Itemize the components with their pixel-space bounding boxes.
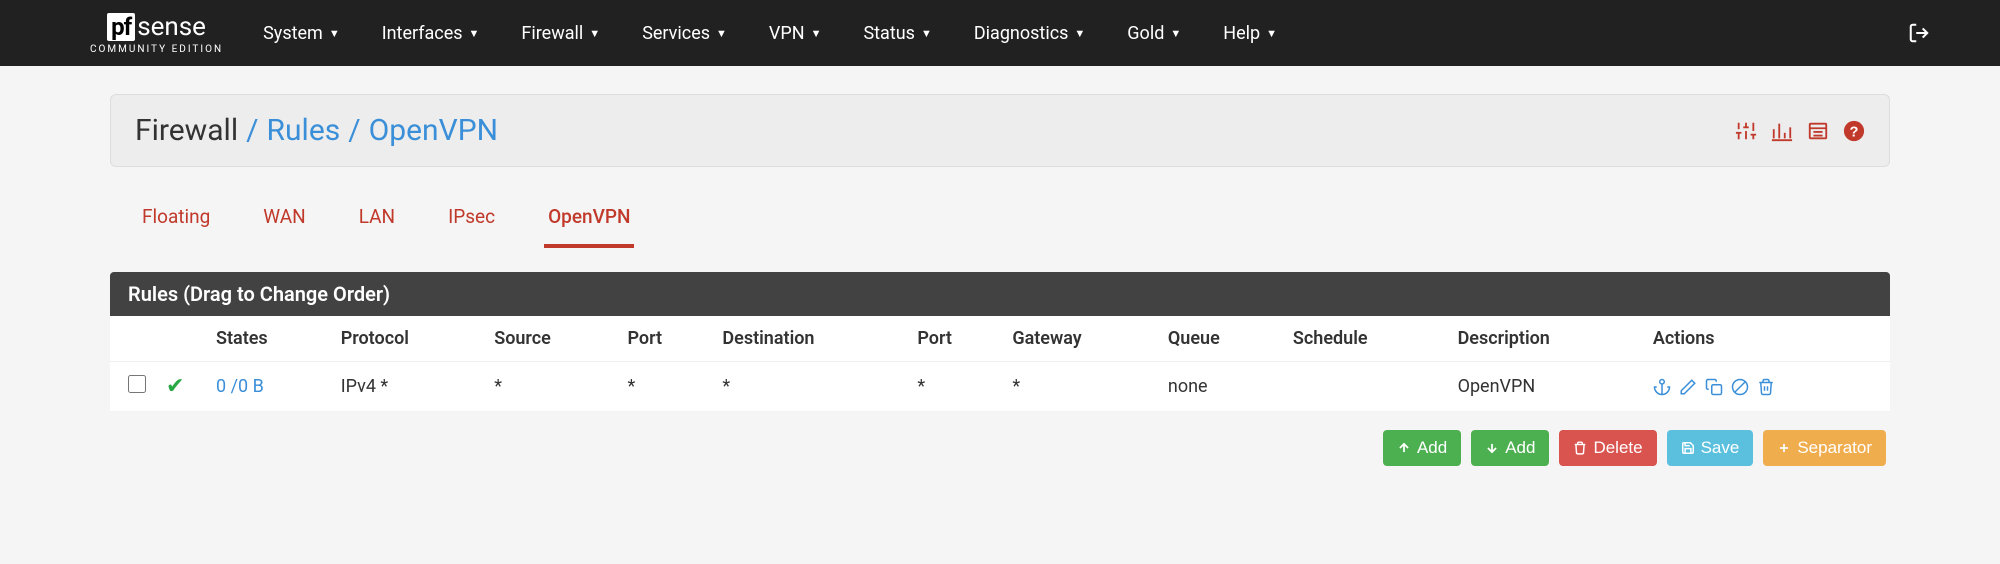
- rules-table: States Protocol Source Port Destination …: [110, 316, 1890, 412]
- logout-icon[interactable]: [1908, 22, 1970, 44]
- col-actions: Actions: [1643, 316, 1890, 362]
- cell-destination: *: [712, 362, 907, 412]
- breadcrumb: Firewall / Rules / OpenVPN ?: [110, 94, 1890, 167]
- col-dport: Port: [907, 316, 1002, 362]
- cell-protocol: IPv4 *: [331, 362, 484, 412]
- disable-icon[interactable]: [1731, 378, 1749, 396]
- nav-interfaces[interactable]: Interfaces▼: [382, 23, 480, 44]
- cell-gateway: *: [1002, 362, 1158, 412]
- edit-pencil-icon[interactable]: [1679, 378, 1697, 396]
- col-port: Port: [617, 316, 712, 362]
- nav-vpn[interactable]: VPN▼: [769, 23, 822, 44]
- chevron-down-icon: ▼: [811, 27, 822, 40]
- tab-openvpn[interactable]: OpenVPN: [544, 195, 634, 248]
- chevron-down-icon: ▼: [469, 27, 480, 40]
- nav-help[interactable]: Help▼: [1223, 23, 1277, 44]
- breadcrumb-openvpn[interactable]: OpenVPN: [369, 113, 498, 148]
- save-button[interactable]: Save: [1667, 430, 1754, 466]
- nav-gold[interactable]: Gold▼: [1127, 23, 1181, 44]
- chevron-down-icon: ▼: [589, 27, 600, 40]
- tab-ipsec[interactable]: IPsec: [444, 195, 499, 248]
- anchor-icon[interactable]: [1653, 378, 1671, 396]
- col-description: Description: [1448, 316, 1643, 362]
- nav-firewall[interactable]: Firewall▼: [521, 23, 600, 44]
- logo-sense: sense: [137, 12, 206, 42]
- chevron-down-icon: ▼: [329, 27, 340, 40]
- arrow-up-icon: [1397, 441, 1411, 455]
- col-queue: Queue: [1158, 316, 1283, 362]
- settings-sliders-icon[interactable]: [1735, 120, 1757, 142]
- trash-icon: [1573, 441, 1587, 455]
- help-icon[interactable]: ?: [1843, 120, 1865, 142]
- cell-dport: *: [907, 362, 1002, 412]
- breadcrumb-rules[interactable]: Rules: [267, 113, 341, 148]
- col-gateway: Gateway: [1002, 316, 1158, 362]
- chevron-down-icon: ▼: [1074, 27, 1085, 40]
- interface-tabs: Floating WAN LAN IPsec OpenVPN: [138, 195, 1890, 248]
- breadcrumb-root: Firewall: [135, 113, 238, 148]
- chevron-down-icon: ▼: [1170, 27, 1181, 40]
- logo-pf: pf: [107, 13, 135, 41]
- row-checkbox[interactable]: [128, 375, 146, 393]
- col-states: States: [206, 316, 331, 362]
- states-link[interactable]: 0 /0 B: [216, 376, 264, 397]
- svg-text:?: ?: [1850, 124, 1859, 140]
- logo-subtitle: COMMUNITY EDITION: [90, 44, 223, 55]
- pass-check-icon: ✔: [166, 374, 184, 399]
- trash-icon[interactable]: [1757, 378, 1775, 396]
- col-destination: Destination: [712, 316, 907, 362]
- plus-icon: [1777, 441, 1791, 455]
- add-top-button[interactable]: Add: [1383, 430, 1461, 466]
- cell-source: *: [484, 362, 617, 412]
- cell-sport: *: [617, 362, 712, 412]
- tab-floating[interactable]: Floating: [138, 195, 214, 248]
- add-bottom-button[interactable]: Add: [1471, 430, 1549, 466]
- col-schedule: Schedule: [1283, 316, 1448, 362]
- nav-system[interactable]: System▼: [263, 23, 340, 44]
- table-row[interactable]: ✔ 0 /0 B IPv4 * * * * * * none OpenVPN: [110, 362, 1890, 412]
- breadcrumb-separator: /: [246, 113, 258, 148]
- save-floppy-icon: [1681, 441, 1695, 455]
- col-protocol: Protocol: [331, 316, 484, 362]
- tab-wan[interactable]: WAN: [259, 195, 309, 248]
- bar-chart-icon[interactable]: [1771, 120, 1793, 142]
- breadcrumb-separator: /: [348, 113, 360, 148]
- col-source: Source: [484, 316, 617, 362]
- tab-lan[interactable]: LAN: [355, 195, 399, 248]
- nav-services[interactable]: Services▼: [642, 23, 727, 44]
- separator-button[interactable]: Separator: [1763, 430, 1886, 466]
- cell-queue: none: [1158, 362, 1283, 412]
- rules-panel-title: Rules (Drag to Change Order): [110, 272, 1890, 316]
- chevron-down-icon: ▼: [716, 27, 727, 40]
- action-button-row: Add Add Delete Save Separator: [110, 430, 1890, 466]
- cell-schedule: [1283, 362, 1448, 412]
- arrow-down-icon: [1485, 441, 1499, 455]
- chevron-down-icon: ▼: [1266, 27, 1277, 40]
- nav-status[interactable]: Status▼: [863, 23, 931, 44]
- cell-description: OpenVPN: [1448, 362, 1643, 412]
- top-navbar: pf sense COMMUNITY EDITION System▼ Inter…: [0, 0, 2000, 66]
- delete-button[interactable]: Delete: [1559, 430, 1656, 466]
- copy-icon[interactable]: [1705, 378, 1723, 396]
- log-icon[interactable]: [1807, 120, 1829, 142]
- chevron-down-icon: ▼: [921, 27, 932, 40]
- brand-logo[interactable]: pf sense COMMUNITY EDITION: [90, 12, 223, 55]
- nav-diagnostics[interactable]: Diagnostics▼: [974, 23, 1085, 44]
